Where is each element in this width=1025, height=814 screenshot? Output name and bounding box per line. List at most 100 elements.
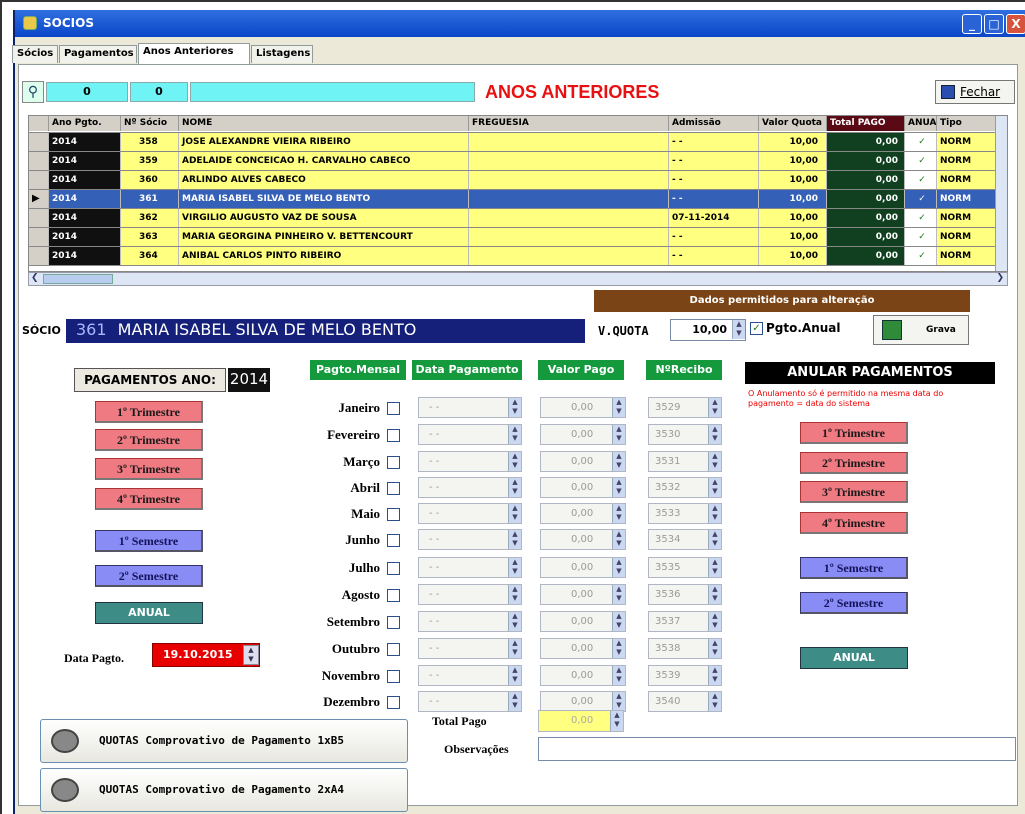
receipt-spinner[interactable]: ▲ ▼ — [708, 452, 721, 471]
receipt-spinner[interactable]: ▲ ▼ — [708, 666, 721, 685]
receipt-number-input[interactable]: 3531 ▲ ▼ — [648, 451, 722, 472]
column-header[interactable]: FREGUESIA — [469, 116, 669, 131]
table-row[interactable]: 2014 358 JOSE ALEXANDRE VIEIRA RIBEIRO - -1… — [29, 132, 1007, 151]
receipt-spinner[interactable]: ▲ ▼ — [708, 639, 721, 658]
value-spinner[interactable]: ▲ ▼ — [612, 639, 625, 658]
members-grid[interactable]: Ano Pgto. Nº Sócio NOME FREGUESIA Admissão Va… — [28, 115, 1008, 272]
maximize-button[interactable]: □ — [984, 14, 1004, 34]
payment-value-input[interactable]: 0,00 ▲ ▼ — [540, 397, 626, 418]
month-paid-checkbox[interactable] — [387, 643, 400, 656]
date-spinner[interactable]: ▲ ▼ — [508, 504, 521, 523]
receipt-number-input[interactable]: 3537 ▲ ▼ — [648, 611, 722, 632]
month-paid-checkbox[interactable] — [387, 429, 400, 442]
value-spinner[interactable]: ▲ ▼ — [612, 478, 625, 497]
receipt-spinner[interactable]: ▲ ▼ — [708, 585, 721, 604]
column-header[interactable]: Total PAGO — [827, 116, 905, 131]
tab-listagens[interactable]: Listagens — [251, 45, 313, 63]
table-row[interactable]: 2014 363 MARIA GEORGINA PINHEIRO V. BETTEN… — [29, 227, 1007, 246]
table-row[interactable]: 2014 362 VIRGILIO AUGUSTO VAZ DE SOUSA 07-1… — [29, 208, 1007, 227]
payment-value-input[interactable]: 0,00 ▲ ▼ — [540, 638, 626, 659]
receipt-spinner[interactable]: ▲ ▼ — [708, 530, 721, 549]
value-spinner[interactable]: ▲ ▼ — [612, 530, 625, 549]
receipt-number-input[interactable]: 3534 ▲ ▼ — [648, 529, 722, 550]
payment-value-input[interactable]: 0,00 ▲ ▼ — [540, 584, 626, 605]
date-spinner[interactable]: ▲ ▼ — [508, 398, 521, 417]
value-spinner[interactable]: ▲ ▼ — [612, 692, 625, 711]
report-b5-button[interactable]: QUOTAS Comprovativo de Pagamento 1xB5 — [40, 719, 408, 763]
payment-value-input[interactable]: 0,00 ▲ ▼ — [540, 529, 626, 550]
receipt-spinner[interactable]: ▲ ▼ — [708, 558, 721, 577]
date-spinner[interactable]: ▲ ▼ — [508, 585, 521, 604]
observations-input[interactable] — [538, 737, 1016, 761]
date-input[interactable]: 19.10.2015 ▲ ▼ — [152, 643, 260, 667]
payment-date-input[interactable]: - - ▲ ▼ — [418, 611, 522, 632]
anular-trim-1-button[interactable]: 1º Trimestre — [800, 422, 908, 444]
date-spinner[interactable]: ▲ ▼ — [508, 639, 521, 658]
month-paid-checkbox[interactable] — [387, 508, 400, 521]
scroll-left-icon[interactable]: ❮ — [31, 273, 39, 283]
receipt-spinner[interactable]: ▲ ▼ — [708, 425, 721, 444]
value-spinner[interactable]: ▲ ▼ — [612, 558, 625, 577]
payment-date-input[interactable]: - - ▲ ▼ — [418, 451, 522, 472]
receipt-number-input[interactable]: 3536 ▲ ▼ — [648, 584, 722, 605]
payment-date-input[interactable]: - - ▲ ▼ — [418, 503, 522, 524]
quota-input[interactable]: 10,00 ▲ ▼ — [670, 319, 746, 341]
value-spinner[interactable]: ▲ ▼ — [612, 666, 625, 685]
trim-1-button[interactable]: 1º Trimestre — [95, 401, 203, 423]
receipt-number-input[interactable]: 3539 ▲ ▼ — [648, 665, 722, 686]
anual-checkbox[interactable]: ✓ — [750, 322, 763, 335]
payment-date-input[interactable]: - - ▲ ▼ — [418, 691, 522, 712]
date-spinner[interactable]: ▲ ▼ — [508, 425, 521, 444]
payment-date-input[interactable]: - - ▲ ▼ — [418, 584, 522, 605]
value-spinner[interactable]: ▲ ▼ — [612, 452, 625, 471]
trim-3-button[interactable]: 3º Trimestre — [95, 458, 203, 480]
vertical-scrollbar[interactable] — [995, 116, 1007, 271]
receipt-number-input[interactable]: 3532 ▲ ▼ — [648, 477, 722, 498]
payment-date-input[interactable]: - - ▲ ▼ — [418, 397, 522, 418]
payment-value-input[interactable]: 0,00 ▲ ▼ — [540, 503, 626, 524]
payment-value-input[interactable]: 0,00 ▲ ▼ — [540, 611, 626, 632]
date-spinner[interactable]: ▲ ▼ — [508, 612, 521, 631]
title-bar[interactable]: SOCIOS _ □ X — [15, 10, 1025, 37]
search-field[interactable] — [190, 82, 475, 102]
payment-value-input[interactable]: 0,00 ▲ ▼ — [540, 557, 626, 578]
payment-value-input[interactable]: 0,00 ▲ ▼ — [540, 691, 626, 712]
trim-4-button[interactable]: 4º Trimestre — [95, 488, 203, 510]
month-paid-checkbox[interactable] — [387, 534, 400, 547]
anual-button[interactable]: ANUAL — [95, 602, 203, 624]
close-window-button[interactable]: X — [1006, 14, 1025, 34]
receipt-number-input[interactable]: 3529 ▲ ▼ — [648, 397, 722, 418]
minimize-button[interactable]: _ — [962, 14, 982, 34]
anular-trim-2-button[interactable]: 2º Trimestre — [800, 452, 908, 474]
receipt-spinner[interactable]: ▲ ▼ — [708, 398, 721, 417]
month-paid-checkbox[interactable] — [387, 670, 400, 683]
anular-sem-1-button[interactable]: 1º Semestre — [800, 557, 908, 579]
table-row[interactable]: 2014 364 ANIBAL CARLOS PINTO RIBEIRO - -10,… — [29, 246, 1007, 265]
receipt-spinner[interactable]: ▲ ▼ — [708, 478, 721, 497]
value-spinner[interactable]: ▲ ▼ — [612, 504, 625, 523]
receipt-spinner[interactable]: ▲ ▼ — [708, 612, 721, 631]
column-header[interactable]: Ano Pgto. — [49, 116, 121, 131]
month-paid-checkbox[interactable] — [387, 402, 400, 415]
payment-date-input[interactable]: - - ▲ ▼ — [418, 424, 522, 445]
tab-pagamentos[interactable]: Pagamentos — [59, 45, 137, 63]
search-icon[interactable]: ⚲ — [22, 81, 44, 103]
receipt-spinner[interactable]: ▲ ▼ — [708, 504, 721, 523]
anular-trim-4-button[interactable]: 4º Trimestre — [800, 512, 908, 534]
date-spinner[interactable]: ▲ ▼ — [508, 452, 521, 471]
payment-date-input[interactable]: - - ▲ ▼ — [418, 557, 522, 578]
anular-anual-button[interactable]: ANUAL — [800, 647, 908, 669]
sem-2-button[interactable]: 2º Semestre — [95, 565, 203, 587]
receipt-number-input[interactable]: 3535 ▲ ▼ — [648, 557, 722, 578]
value-spinner[interactable]: ▲ ▼ — [612, 425, 625, 444]
date-spinner[interactable]: ▲ ▼ — [508, 478, 521, 497]
payment-value-input[interactable]: 0,00 ▲ ▼ — [540, 477, 626, 498]
month-paid-checkbox[interactable] — [387, 589, 400, 602]
payment-value-input[interactable]: 0,00 ▲ ▼ — [540, 665, 626, 686]
month-paid-checkbox[interactable] — [387, 616, 400, 629]
date-spinner[interactable]: ▲ ▼ — [508, 666, 521, 685]
save-button[interactable]: Grava — [873, 315, 969, 345]
scroll-thumb[interactable] — [43, 274, 113, 284]
date-spinner[interactable]: ▲ ▼ — [243, 645, 259, 665]
payment-value-input[interactable]: 0,00 ▲ ▼ — [540, 451, 626, 472]
